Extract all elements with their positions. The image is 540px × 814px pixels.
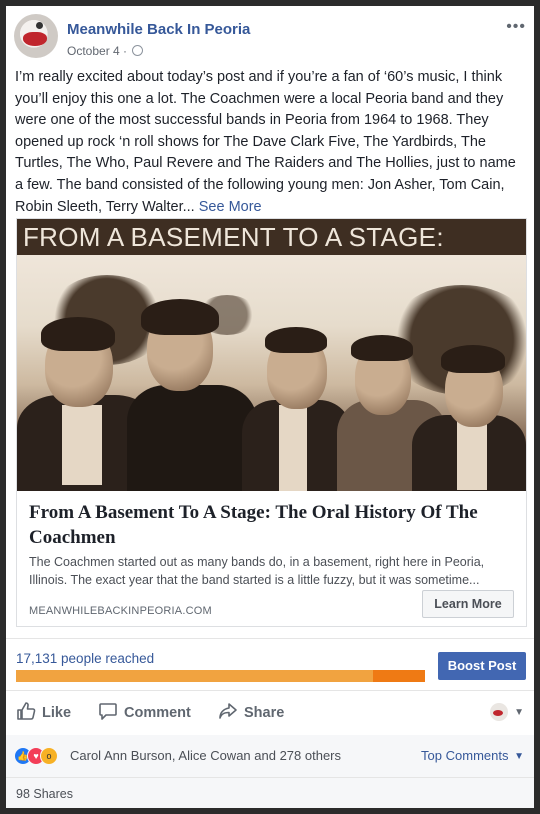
like-label: Like: [42, 705, 72, 721]
globe-icon: [132, 45, 144, 56]
post-date[interactable]: October 4: [67, 44, 120, 58]
people-reached-link[interactable]: 17,131 people reached: [16, 651, 154, 666]
article-title[interactable]: From A Basement To A Stage: The Oral His…: [29, 500, 519, 550]
post-header: Meanwhile Back In Peoria October 4 · •••: [14, 12, 526, 62]
meta-separator: ·: [123, 44, 128, 58]
page-name-link[interactable]: Meanwhile Back In Peoria: [67, 21, 250, 38]
reactions-row: 👍 ♥ o Carol Ann Burson, Alice Cowan and 27…: [6, 735, 534, 778]
article-domain: MEANWHILEBACKINPEORIA.COM: [29, 605, 212, 617]
share-button[interactable]: Share: [218, 691, 284, 735]
thumbs-up-icon: [17, 702, 36, 720]
post-actions-bar: Like Comment Share ▼: [6, 690, 534, 736]
learn-more-button[interactable]: Learn More: [422, 590, 514, 618]
boost-post-button[interactable]: Boost Post: [438, 652, 526, 680]
article-banner: FROM A BASEMENT TO A STAGE:: [17, 219, 526, 255]
wow-icon: o: [40, 747, 58, 765]
page-avatar-small: [489, 703, 508, 721]
page-avatar[interactable]: [14, 14, 58, 58]
top-comments-dropdown[interactable]: Top Comments ▼: [421, 748, 524, 763]
facebook-post-card: Meanwhile Back In Peoria October 4 · •••…: [6, 6, 534, 808]
reactor-names-link[interactable]: Carol Ann Burson, Alice Cowan and 278 ot…: [70, 748, 341, 763]
comment-icon: [99, 703, 117, 720]
post-meta: October 4 ·: [67, 44, 144, 58]
post-body-text: I’m really excited about today’s post an…: [15, 69, 516, 215]
post-body: I’m really excited about today’s post an…: [15, 67, 527, 218]
reach-progress-bar: [16, 670, 425, 682]
shares-count-link[interactable]: 98 Shares: [16, 787, 73, 801]
shares-row: 98 Shares: [6, 778, 534, 808]
link-preview-card[interactable]: FROM A BASEMENT TO A STAGE: From A Basem…: [16, 218, 527, 627]
more-options-icon[interactable]: •••: [506, 18, 526, 36]
share-label: Share: [244, 705, 285, 721]
reaction-icons[interactable]: 👍 ♥ o: [14, 747, 58, 765]
post-as-selector[interactable]: ▼: [489, 703, 524, 721]
comment-label: Comment: [124, 705, 191, 721]
band-photo[interactable]: [17, 255, 526, 491]
post-insights: 17,131 people reached Boost Post: [6, 638, 534, 689]
caret-down-icon: ▼: [514, 706, 524, 718]
comment-button[interactable]: Comment: [98, 691, 191, 735]
article-description: The Coachmen started out as many bands d…: [29, 555, 485, 587]
see-more-link[interactable]: See More: [199, 199, 262, 215]
top-comments-label: Top Comments: [421, 748, 509, 763]
like-button[interactable]: Like: [16, 691, 71, 735]
share-arrow-icon: [219, 703, 237, 719]
chevron-down-icon: ▼: [514, 751, 524, 763]
